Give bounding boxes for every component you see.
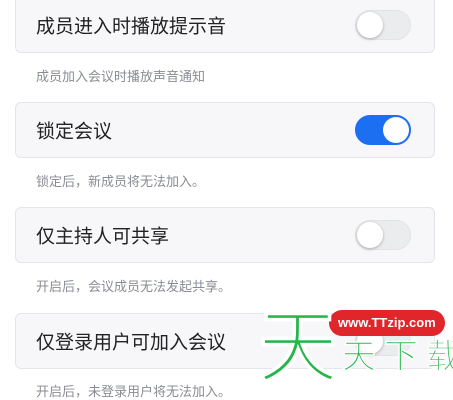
site-watermark: www.TTzip.com 天 天下载 (258, 301, 453, 400)
setting-hint-entry-sound: 成员加入会议时播放声音通知 (36, 70, 206, 85)
setting-hint-host-only-share: 开启后，会议成员无法发起共享。 (36, 280, 232, 295)
setting-row-entry-sound[interactable]: 成员进入时播放提示音 (15, 0, 435, 53)
meeting-settings-screen: 成员进入时播放提示音 成员加入会议时播放声音通知 锁定会议 锁定后，新成员将无法… (0, 0, 453, 400)
watermark-logo-char: 天 (258, 301, 339, 394)
setting-hint-lock-meeting: 锁定后，新成员将无法加入。 (36, 175, 206, 190)
host-only-share-toggle[interactable] (355, 220, 411, 250)
setting-label-signed-in-only: 仅登录用户可加入会议 (36, 331, 227, 354)
lock-meeting-toggle[interactable] (355, 115, 411, 145)
toggle-knob (383, 117, 409, 143)
setting-label-lock-meeting: 锁定会议 (36, 120, 113, 143)
entry-sound-toggle[interactable] (355, 10, 411, 40)
setting-hint-signed-in-only: 开启后，未登录用户将无法加入。 (36, 385, 232, 400)
setting-label-host-only-share: 仅主持人可共享 (36, 225, 170, 248)
setting-label-entry-sound: 成员进入时播放提示音 (36, 15, 227, 38)
setting-row-lock-meeting[interactable]: 锁定会议 (15, 102, 435, 158)
watermark-url: www.TTzip.com (329, 310, 445, 336)
toggle-knob (357, 222, 383, 248)
setting-row-host-only-share[interactable]: 仅主持人可共享 (15, 207, 435, 263)
watermark-logo-text: 天下载 (342, 337, 453, 378)
toggle-knob (357, 12, 383, 38)
